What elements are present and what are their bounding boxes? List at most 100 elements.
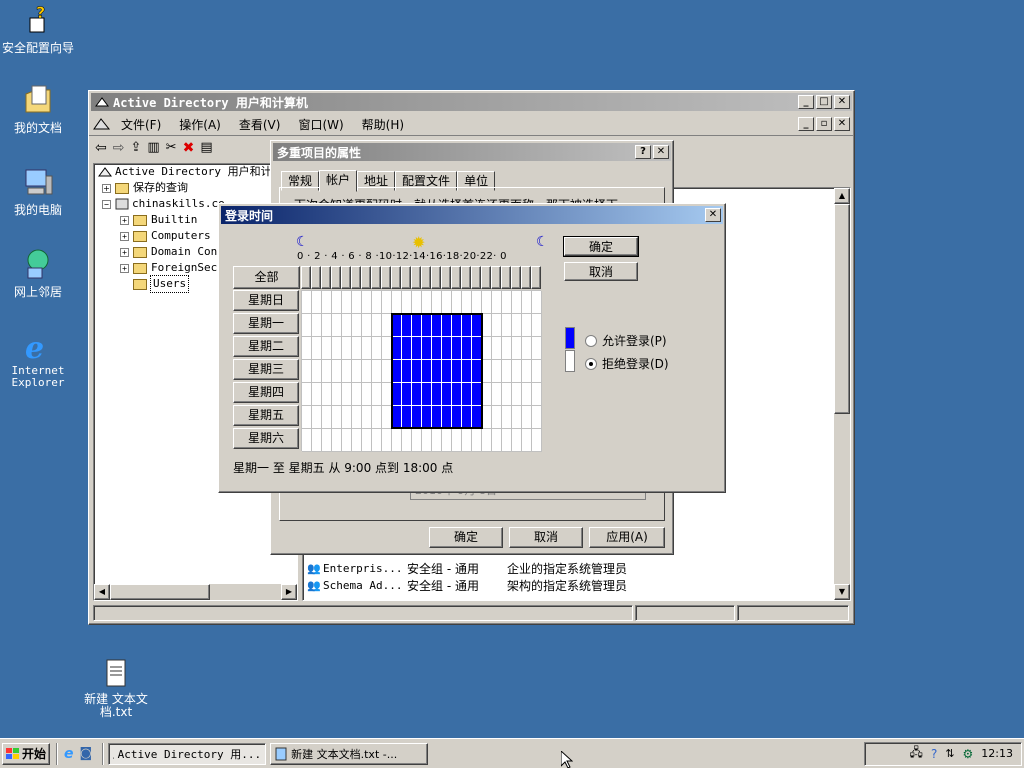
tray-help-icon[interactable]: ?	[931, 747, 937, 761]
hour-cell[interactable]	[362, 406, 372, 429]
expand-icon[interactable]: +	[102, 183, 111, 193]
logon-hours-grid[interactable]	[301, 290, 542, 452]
hour-cell[interactable]	[302, 360, 312, 383]
hour-cell[interactable]	[352, 291, 362, 314]
hour-cell[interactable]	[522, 337, 532, 360]
child-restore-button[interactable]: ▫	[816, 117, 832, 131]
hour-cell[interactable]	[402, 383, 412, 406]
day-button-tuesday[interactable]: 星期二	[233, 336, 299, 357]
hour-cell[interactable]	[342, 337, 352, 360]
hour-column-button[interactable]	[371, 266, 381, 289]
hour-cell[interactable]	[342, 429, 352, 452]
hour-cell[interactable]	[402, 360, 412, 383]
hour-cell[interactable]	[372, 314, 382, 337]
hour-column-button[interactable]	[521, 266, 531, 289]
desktop-icon-security-wizard[interactable]: ? 安全配置向导	[0, 3, 76, 56]
hour-cell[interactable]	[512, 429, 522, 452]
tray-network-icon[interactable]: 🖧	[910, 743, 923, 764]
tree-hscrollbar[interactable]: ◀ ▶	[94, 584, 297, 600]
child-close-button[interactable]: ✕	[834, 117, 850, 131]
deny-radio-option[interactable]: 拒绝登录(D)	[585, 355, 669, 372]
hour-cell[interactable]	[322, 406, 332, 429]
hour-cell[interactable]	[342, 360, 352, 383]
hour-cell[interactable]	[512, 291, 522, 314]
hour-cell[interactable]	[352, 337, 362, 360]
hour-column-button[interactable]	[511, 266, 521, 289]
hour-cell[interactable]	[402, 314, 412, 337]
scroll-thumb[interactable]	[834, 204, 850, 414]
hour-cell[interactable]	[382, 360, 392, 383]
hour-cell[interactable]	[372, 291, 382, 314]
hour-cell[interactable]	[492, 383, 502, 406]
hour-cell[interactable]	[452, 429, 462, 452]
hour-cell[interactable]	[432, 406, 442, 429]
hour-cell[interactable]	[372, 360, 382, 383]
hour-cell[interactable]	[402, 337, 412, 360]
cut-icon[interactable]: ✂	[166, 140, 177, 155]
hour-column-button[interactable]	[301, 266, 311, 289]
hour-cell[interactable]	[412, 429, 422, 452]
hour-column-button[interactable]	[501, 266, 511, 289]
hour-cell[interactable]	[532, 360, 542, 383]
hour-cell[interactable]	[322, 314, 332, 337]
day-button-wednesday[interactable]: 星期三	[233, 359, 299, 380]
hour-cell[interactable]	[372, 383, 382, 406]
hour-cell[interactable]	[472, 314, 482, 337]
hour-cell[interactable]	[342, 406, 352, 429]
hour-cell[interactable]	[532, 314, 542, 337]
hour-cell[interactable]	[512, 337, 522, 360]
hour-cell[interactable]	[482, 314, 492, 337]
taskbar-button-ad[interactable]: Active Directory 用...	[108, 742, 267, 765]
hour-cell[interactable]	[322, 383, 332, 406]
hour-cell[interactable]	[492, 360, 502, 383]
allow-radio[interactable]	[585, 334, 597, 347]
desktop-icon-text-file[interactable]: 新建 文本文档.txt	[78, 658, 154, 719]
hour-cell[interactable]	[382, 291, 392, 314]
hour-cell[interactable]	[302, 291, 312, 314]
menu-action[interactable]: 操作(A)	[171, 116, 229, 133]
hour-cell[interactable]	[382, 406, 392, 429]
hour-cell[interactable]	[502, 314, 512, 337]
hour-cell[interactable]	[422, 337, 432, 360]
hour-cell[interactable]	[352, 314, 362, 337]
hour-cell[interactable]	[402, 291, 412, 314]
hour-cell[interactable]	[462, 360, 472, 383]
hour-cell[interactable]	[492, 337, 502, 360]
tree-item-saved-queries[interactable]: + 保存的查询	[94, 180, 297, 196]
hour-cell[interactable]	[472, 360, 482, 383]
ok-button[interactable]: 确定	[429, 527, 503, 548]
hour-cell[interactable]	[452, 337, 462, 360]
hour-cell[interactable]	[482, 360, 492, 383]
hour-column-button[interactable]	[391, 266, 401, 289]
taskbar-button-notepad[interactable]: 新建 文本文档.txt -...	[270, 742, 429, 765]
hour-cell[interactable]	[432, 291, 442, 314]
hour-cell[interactable]	[522, 291, 532, 314]
hour-cell[interactable]	[472, 406, 482, 429]
hour-cell[interactable]	[482, 291, 492, 314]
child-minimize-button[interactable]: _	[798, 117, 814, 131]
hour-cell[interactable]	[452, 314, 462, 337]
hour-cell[interactable]	[462, 429, 472, 452]
hour-column-button[interactable]	[401, 266, 411, 289]
hour-cell[interactable]	[362, 429, 372, 452]
hour-cell[interactable]	[312, 383, 322, 406]
hour-column-button[interactable]	[421, 266, 431, 289]
hour-cell[interactable]	[442, 291, 452, 314]
show-tree-icon[interactable]: ▥	[147, 140, 159, 155]
day-button-thursday[interactable]: 星期四	[233, 382, 299, 403]
hour-column-button[interactable]	[531, 266, 541, 289]
hour-column-button[interactable]	[431, 266, 441, 289]
hour-column-button[interactable]	[311, 266, 321, 289]
hour-cell[interactable]	[402, 406, 412, 429]
hour-cell[interactable]	[332, 429, 342, 452]
hour-cell[interactable]	[442, 360, 452, 383]
hour-cell[interactable]	[392, 291, 402, 314]
hour-cell[interactable]	[472, 337, 482, 360]
expand-icon[interactable]: +	[120, 231, 129, 241]
collapse-icon[interactable]: −	[102, 199, 111, 209]
hour-cell[interactable]	[412, 314, 422, 337]
hour-cell[interactable]	[482, 337, 492, 360]
hour-cell[interactable]	[502, 383, 512, 406]
hour-cell[interactable]	[512, 383, 522, 406]
hour-cell[interactable]	[342, 314, 352, 337]
